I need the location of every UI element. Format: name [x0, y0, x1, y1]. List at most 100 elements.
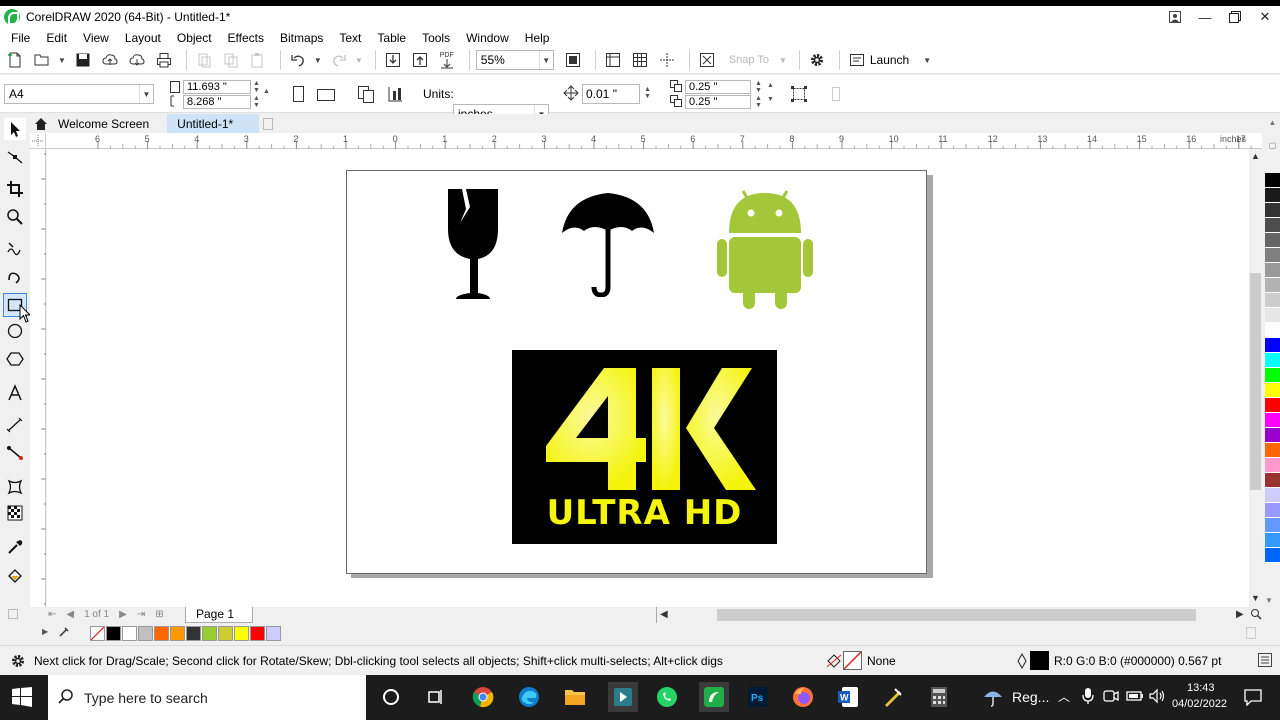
palette-no-color-icon[interactable]: ▢	[1265, 141, 1280, 150]
save-icon[interactable]	[72, 49, 94, 71]
palette-swatch[interactable]	[1265, 548, 1280, 563]
add-page-icon[interactable]: ⊞	[155, 609, 163, 620]
scroll-right-icon[interactable]: ▶	[1236, 609, 1244, 620]
new-tab-icon[interactable]	[259, 114, 277, 133]
landscape-icon[interactable]	[316, 87, 336, 106]
edge-icon[interactable]	[516, 684, 542, 710]
page-1-tab[interactable]: Page 1	[185, 607, 254, 623]
parallel-dimension-tool-icon[interactable]	[4, 414, 26, 436]
doc-palette-none-swatch[interactable]	[90, 626, 105, 641]
firefox-icon[interactable]	[790, 684, 816, 710]
scroll-up-icon[interactable]: ▲	[1251, 151, 1260, 161]
toolbox-customize-icon[interactable]	[8, 608, 18, 619]
palette-swatch[interactable]	[1265, 353, 1280, 368]
whatsapp-icon[interactable]	[654, 684, 680, 710]
restore-button[interactable]	[1220, 6, 1250, 28]
webcam-icon[interactable]	[1103, 688, 1119, 707]
palette-swatch[interactable]	[1265, 458, 1280, 473]
calculator-icon[interactable]	[926, 684, 952, 710]
first-page-icon[interactable]: ⇤	[48, 609, 56, 620]
page-size-combo[interactable]: A4 ▼	[4, 84, 154, 104]
windows-start-icon[interactable]	[12, 687, 32, 710]
duplicate-y-field[interactable]: 0.25 "	[685, 95, 751, 109]
cloud-download-icon[interactable]	[126, 49, 148, 71]
open-folder-icon[interactable]	[31, 49, 53, 71]
crop-tool-icon[interactable]	[4, 178, 26, 200]
doc-palette-eyedropper-icon[interactable]	[58, 626, 70, 641]
next-page-icon[interactable]: ▶	[119, 609, 127, 620]
outline-swatch-black[interactable]	[1030, 651, 1049, 670]
menu-edit[interactable]: Edit	[38, 31, 75, 45]
open-recent-chevron-icon[interactable]: ▼	[58, 56, 66, 65]
palette-swatch[interactable]	[1265, 188, 1280, 203]
word-icon[interactable]: W	[835, 684, 861, 710]
nudge-spinner[interactable]: ▲ ▼	[644, 86, 651, 100]
duplicate-x-field[interactable]: 0.25 "	[685, 80, 751, 94]
ruler-origin-icon[interactable]	[30, 133, 46, 149]
zoom-navigator-icon[interactable]	[1250, 608, 1262, 623]
menu-object[interactable]: Object	[169, 31, 220, 45]
menu-file[interactable]: File	[3, 31, 38, 45]
zoom-chevron-icon[interactable]: ▼	[538, 51, 553, 69]
doc-palette-arrow-icon[interactable]: ▶	[42, 627, 48, 636]
palette-swatch[interactable]	[1265, 323, 1280, 338]
undo-chevron-icon[interactable]: ▼	[314, 56, 322, 65]
doc-palette-options-icon[interactable]	[1246, 627, 1256, 639]
last-page-icon[interactable]: ⇥	[137, 609, 145, 620]
vertical-ruler[interactable]	[30, 149, 46, 607]
palette-swatch[interactable]	[1265, 503, 1280, 518]
show-rulers-icon[interactable]	[602, 49, 624, 71]
task-view-icon[interactable]	[423, 684, 449, 710]
volume-icon[interactable]	[1148, 688, 1166, 707]
palette-swatch[interactable]	[1265, 173, 1280, 188]
menu-view[interactable]: View	[75, 31, 117, 45]
envelope-tool-icon[interactable]	[4, 476, 26, 498]
show-guidelines-icon[interactable]	[656, 49, 678, 71]
4k-ultra-hd-logo[interactable]: ULTRA HD	[512, 350, 777, 544]
weather-umbrella-icon[interactable]	[980, 684, 1006, 710]
menu-window[interactable]: Window	[458, 31, 517, 45]
clock-date[interactable]: 04/02/2022	[1172, 698, 1227, 710]
alignment-guides-icon[interactable]	[696, 49, 718, 71]
battery-icon[interactable]	[1126, 688, 1144, 707]
close-button[interactable]: ✕	[1250, 6, 1280, 28]
print-icon[interactable]	[153, 49, 175, 71]
doc-palette-swatch[interactable]	[170, 626, 185, 641]
home-icon[interactable]	[30, 114, 52, 133]
palette-swatch[interactable]	[1265, 413, 1280, 428]
status-settings-gear-icon[interactable]	[10, 653, 26, 672]
doc-palette-swatch[interactable]	[106, 626, 121, 641]
text-tool-icon[interactable]	[4, 382, 26, 404]
tab-untitled-1[interactable]: Untitled-1*	[167, 114, 260, 133]
chrome-icon[interactable]	[470, 684, 496, 710]
cortana-icon[interactable]	[378, 684, 404, 710]
show-grid-icon[interactable]	[629, 49, 651, 71]
umbrella-icon[interactable]	[560, 185, 656, 300]
export-icon[interactable]	[409, 49, 431, 71]
android-robot-icon[interactable]	[717, 187, 813, 314]
pick-tool-icon[interactable]	[4, 118, 26, 140]
artistic-media-tool-icon[interactable]	[4, 266, 26, 288]
palette-swatch[interactable]	[1265, 203, 1280, 218]
menu-bitmaps[interactable]: Bitmaps	[272, 31, 331, 45]
horizontal-scroll-thumb[interactable]	[717, 609, 1196, 621]
fragile-glass-icon[interactable]	[446, 187, 502, 304]
import-icon[interactable]	[382, 49, 404, 71]
publish-pdf-icon[interactable]: PDF	[436, 49, 458, 71]
notifications-icon[interactable]	[1244, 688, 1262, 709]
page-width-field[interactable]: 11.693 "	[183, 80, 251, 94]
palette-swatch[interactable]	[1265, 248, 1280, 263]
polygon-tool-icon[interactable]	[4, 348, 26, 370]
doc-palette-swatch[interactable]	[250, 626, 265, 641]
palette-swatch[interactable]	[1265, 293, 1280, 308]
account-icon[interactable]	[1160, 6, 1190, 28]
treat-as-filled-icon[interactable]	[790, 85, 808, 106]
connector-tool-icon[interactable]	[4, 442, 26, 464]
page-height-field[interactable]: 8.268 "	[183, 95, 251, 109]
palette-swatch[interactable]	[1265, 338, 1280, 353]
duplicate-spinner-extra[interactable]: ▲ ▼	[767, 82, 774, 103]
tools-app-icon[interactable]	[880, 684, 906, 710]
options-gear-icon[interactable]	[806, 49, 828, 71]
drawing-page[interactable]: ULTRA HD	[346, 170, 927, 574]
doc-palette-swatch[interactable]	[186, 626, 201, 641]
